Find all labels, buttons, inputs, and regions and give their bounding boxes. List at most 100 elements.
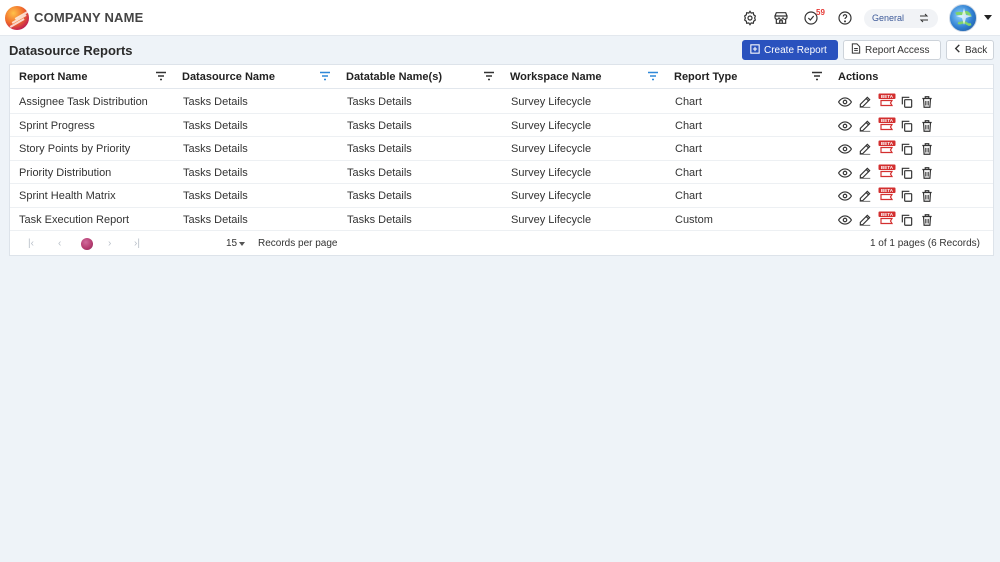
datasource-name-cell: Tasks Details [183, 190, 248, 202]
table-row[interactable]: Sprint Progress Tasks Details Tasks Detail… [10, 114, 993, 137]
datasource-name-cell: Tasks Details [183, 213, 248, 226]
copy-icon[interactable] [900, 166, 914, 180]
pages-info: 1 of 1 pages (6 Records) [869, 238, 980, 249]
first-page-icon[interactable]: |‹ [28, 238, 34, 249]
beta-schedule-icon[interactable]: BETA [878, 93, 896, 107]
view-eye-icon[interactable] [837, 95, 853, 109]
report-type-cell: Chart [675, 143, 702, 155]
copy-icon[interactable] [900, 119, 914, 133]
globe-avatar-icon[interactable] [949, 4, 977, 32]
edit-icon[interactable] [858, 142, 872, 156]
table-row[interactable]: Story Points by Priority Tasks Details Tas… [10, 137, 993, 161]
last-page-icon[interactable]: ›| [134, 238, 140, 249]
row-actions: BETA [837, 117, 938, 133]
row-actions: BETA [837, 140, 938, 156]
beta-schedule-icon[interactable]: BETA [878, 140, 896, 154]
edit-icon[interactable] [858, 95, 872, 109]
report-access-button[interactable]: Report Access [843, 40, 941, 60]
beta-schedule-icon[interactable]: BETA [878, 164, 896, 178]
header-report-name[interactable]: Report Name [19, 71, 87, 83]
per-page-label: Records per page [258, 238, 338, 249]
header-datasource-name[interactable]: Datasource Name [182, 71, 275, 83]
copy-icon[interactable] [900, 189, 914, 203]
view-eye-icon[interactable] [837, 189, 853, 203]
workspace-name-cell: Survey Lifecycle [511, 143, 592, 155]
datatable-name-cell: Tasks Details [347, 213, 412, 226]
report-name-cell: Assignee Task Distribution [19, 96, 148, 108]
delete-trash-icon[interactable] [920, 95, 934, 109]
delete-trash-icon[interactable] [920, 189, 934, 203]
prev-page-icon[interactable]: ‹ [58, 238, 61, 249]
svg-text:BETA: BETA [881, 188, 894, 193]
report-type-cell: Chart [675, 119, 702, 132]
company-logo[interactable] [5, 6, 30, 30]
filter-icon[interactable] [483, 71, 495, 81]
header-workspace-name[interactable]: Workspace Name [510, 71, 602, 83]
edit-icon[interactable] [858, 119, 872, 133]
svg-text:BETA: BETA [881, 165, 894, 170]
datatable-name-cell: Tasks Details [347, 190, 412, 202]
copy-icon[interactable] [900, 213, 914, 227]
report-type-cell: Chart [675, 190, 702, 202]
table-header: Report Name Datasource Name Datatable Na… [10, 65, 993, 89]
beta-schedule-icon[interactable]: BETA [878, 117, 896, 131]
copy-icon[interactable] [900, 95, 914, 109]
datatable-name-cell: Tasks Details [347, 143, 412, 155]
view-eye-icon[interactable] [837, 213, 853, 227]
current-page-indicator[interactable] [81, 238, 93, 250]
beta-schedule-icon[interactable]: BETA [878, 211, 896, 225]
filter-active-icon[interactable] [647, 71, 659, 81]
table-row[interactable]: Sprint Health Matrix Tasks Details Tasks D… [10, 184, 993, 208]
datatable-name-cell: Tasks Details [347, 166, 412, 179]
filter-icon[interactable] [155, 71, 167, 81]
table-row[interactable]: Task Execution Report Tasks Details Tasks … [10, 208, 993, 231]
workspace-name-cell: Survey Lifecycle [511, 190, 592, 202]
store-icon[interactable] [772, 9, 790, 27]
edit-icon[interactable] [858, 166, 872, 180]
delete-trash-icon[interactable] [920, 166, 934, 180]
per-page-select[interactable]: 15 [226, 238, 237, 249]
table-row[interactable]: Assignee Task Distribution Tasks Details T… [10, 90, 993, 114]
filter-icon[interactable] [811, 71, 823, 81]
delete-trash-icon[interactable] [920, 142, 934, 156]
header-report-type[interactable]: Report Type [674, 71, 737, 83]
swap-icon [918, 12, 930, 27]
top-bar: COMPANY NAME 59 General [0, 0, 1000, 36]
create-report-button[interactable]: Create Report [742, 40, 838, 60]
report-type-cell: Chart [675, 166, 702, 179]
header-actions: Actions [838, 71, 879, 83]
delete-trash-icon[interactable] [920, 119, 934, 133]
back-button[interactable]: Back [946, 40, 994, 60]
table-row[interactable]: Priority Distribution Tasks Details Tasks … [10, 161, 993, 184]
report-access-label: Report Access [865, 44, 930, 56]
account-menu-caret-icon[interactable] [984, 15, 992, 20]
copy-icon[interactable] [900, 142, 914, 156]
notification-badge: 59 [816, 8, 825, 17]
next-page-icon[interactable]: › [108, 238, 111, 249]
per-page-caret-icon[interactable] [239, 242, 245, 246]
row-actions: BETA [837, 187, 938, 203]
workspace-label: General [872, 13, 905, 23]
header-datatable-names[interactable]: Datatable Name(s) [346, 71, 442, 83]
view-eye-icon[interactable] [837, 166, 853, 180]
settings-gear-icon[interactable] [741, 9, 759, 27]
help-icon[interactable] [836, 9, 854, 27]
datasource-name-cell: Tasks Details [183, 119, 248, 132]
svg-text:BETA: BETA [881, 118, 894, 123]
view-eye-icon[interactable] [837, 142, 853, 156]
filter-active-icon[interactable] [319, 71, 331, 81]
edit-icon[interactable] [858, 189, 872, 203]
datatable-name-cell: Tasks Details [347, 96, 412, 108]
view-eye-icon[interactable] [837, 119, 853, 133]
report-name-cell: Task Execution Report [19, 213, 130, 226]
svg-text:BETA: BETA [881, 141, 894, 146]
delete-trash-icon[interactable] [920, 213, 934, 227]
workspace-switcher[interactable]: General [864, 9, 938, 28]
workspace-name-cell: Survey Lifecycle [511, 213, 592, 226]
report-name-cell: Sprint Progress [19, 119, 95, 132]
datatable-name-cell: Tasks Details [347, 119, 412, 132]
report-name-cell: Priority Distribution [19, 166, 112, 179]
beta-schedule-icon[interactable]: BETA [878, 187, 896, 201]
datasource-name-cell: Tasks Details [183, 166, 248, 179]
edit-icon[interactable] [858, 213, 872, 227]
